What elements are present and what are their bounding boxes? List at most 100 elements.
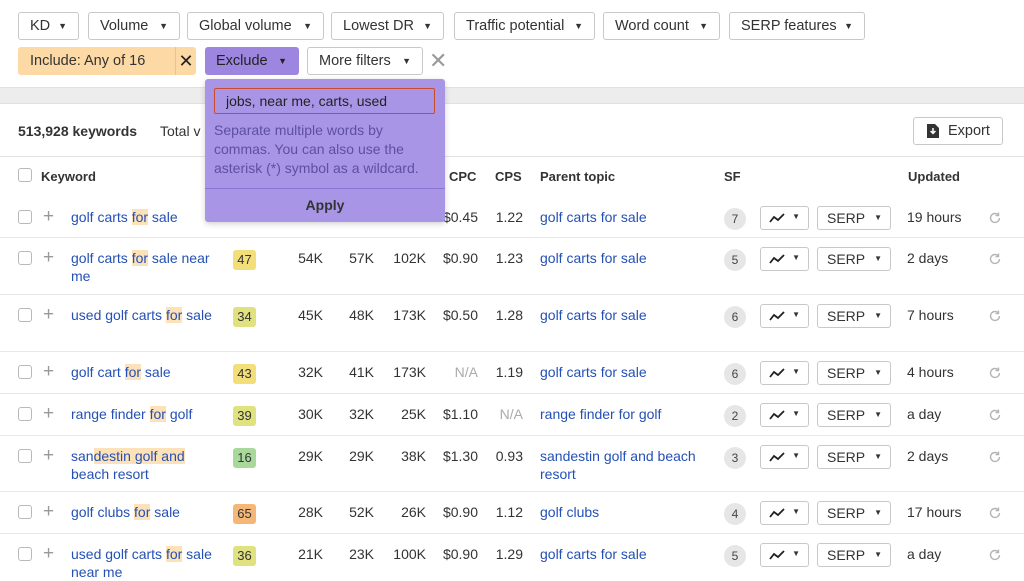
global-volume-filter-label: Global volume — [199, 18, 292, 34]
keyword-link[interactable]: golf clubs for sale — [71, 503, 221, 521]
serp-label: SERP — [827, 505, 866, 521]
trend-dropdown[interactable]: ▼ — [760, 403, 809, 427]
add-to-list-icon[interactable]: + — [43, 544, 54, 563]
refresh-icon[interactable] — [988, 366, 1002, 380]
exclude-filter-button[interactable]: Exclude ▼ — [205, 47, 299, 75]
include-filter-chip[interactable]: Include: Any of 16 ✕ — [18, 47, 196, 75]
sf-count-badge[interactable]: 3 — [724, 447, 746, 469]
add-to-list-icon[interactable]: + — [43, 305, 54, 324]
serp-dropdown[interactable]: SERP ▼ — [817, 206, 891, 230]
trend-dropdown[interactable]: ▼ — [760, 247, 809, 271]
traffic-potential-cell: 102K — [393, 250, 426, 266]
trend-dropdown[interactable]: ▼ — [760, 206, 809, 230]
remove-include-icon[interactable]: ✕ — [176, 47, 196, 75]
sf-count-badge[interactable]: 2 — [724, 405, 746, 427]
serp-dropdown[interactable]: SERP ▼ — [817, 361, 891, 385]
lowest-dr-filter-button[interactable]: Lowest DR ▼ — [331, 12, 444, 40]
cps-column-header[interactable]: CPS — [495, 169, 522, 184]
keyword-link[interactable]: sandestin golf and beach resort — [71, 447, 221, 483]
add-to-list-icon[interactable]: + — [43, 502, 54, 521]
trend-dropdown[interactable]: ▼ — [760, 361, 809, 385]
parent-topic-link[interactable]: golf carts for sale — [540, 249, 718, 267]
add-to-list-icon[interactable]: + — [43, 404, 54, 423]
apply-button[interactable]: Apply — [205, 189, 445, 222]
sf-count-badge[interactable]: 6 — [724, 306, 746, 328]
results-panel: 513,928 keywords Total v Export Keyword … — [0, 103, 1024, 581]
refresh-icon[interactable] — [988, 548, 1002, 562]
parent-topic-link[interactable]: golf carts for sale — [540, 208, 718, 226]
select-all-checkbox[interactable] — [18, 168, 32, 182]
parent-topic-link[interactable]: golf carts for sale — [540, 306, 718, 324]
parent-topic-link[interactable]: golf carts for sale — [540, 363, 718, 381]
sf-count-badge[interactable]: 4 — [724, 503, 746, 525]
updated-column-header[interactable]: Updated — [908, 169, 960, 184]
refresh-icon[interactable] — [988, 211, 1002, 225]
trend-dropdown[interactable]: ▼ — [760, 543, 809, 567]
serp-dropdown[interactable]: SERP ▼ — [817, 304, 891, 328]
row-checkbox[interactable] — [18, 251, 32, 265]
trend-dropdown[interactable]: ▼ — [760, 501, 809, 525]
parent-topic-link[interactable]: sandestin golf and beach resort — [540, 447, 718, 483]
exclude-keywords-input[interactable] — [214, 88, 435, 114]
serp-label: SERP — [827, 251, 866, 267]
serp-dropdown[interactable]: SERP ▼ — [817, 445, 891, 469]
trend-dropdown[interactable]: ▼ — [760, 304, 809, 328]
sf-count-badge[interactable]: 5 — [724, 249, 746, 271]
trend-dropdown[interactable]: ▼ — [760, 445, 809, 469]
add-to-list-icon[interactable]: + — [43, 446, 54, 465]
sf-column-header[interactable]: SF — [724, 169, 741, 184]
sf-count-badge[interactable]: 7 — [724, 208, 746, 230]
keyword-segment: for — [165, 307, 183, 323]
sf-count-badge[interactable]: 5 — [724, 545, 746, 567]
row-checkbox[interactable] — [18, 365, 32, 379]
volume-filter-button[interactable]: Volume ▼ — [88, 12, 180, 40]
keyword-link[interactable]: used golf carts for sale near me — [71, 545, 221, 581]
serp-dropdown[interactable]: SERP ▼ — [817, 247, 891, 271]
global-volume-filter-button[interactable]: Global volume ▼ — [187, 12, 324, 40]
row-checkbox[interactable] — [18, 210, 32, 224]
keyword-column-header[interactable]: Keyword — [41, 169, 96, 184]
serp-dropdown[interactable]: SERP ▼ — [817, 543, 891, 567]
refresh-icon[interactable] — [988, 506, 1002, 520]
row-checkbox[interactable] — [18, 505, 32, 519]
traffic-potential-cell: 38K — [401, 448, 426, 464]
refresh-icon[interactable] — [988, 408, 1002, 422]
add-to-list-icon[interactable]: + — [43, 248, 54, 267]
row-checkbox[interactable] — [18, 407, 32, 421]
keyword-segment: and — [161, 448, 185, 464]
refresh-icon[interactable] — [988, 309, 1002, 323]
keyword-link[interactable]: range finder for golf — [71, 405, 221, 423]
cps-cell: 1.22 — [495, 209, 523, 225]
sf-count-badge[interactable]: 6 — [724, 363, 746, 385]
row-checkbox[interactable] — [18, 449, 32, 463]
parent-topic-column-header[interactable]: Parent topic — [540, 169, 615, 184]
exclude-filter-label: Exclude — [216, 53, 268, 69]
refresh-icon[interactable] — [988, 450, 1002, 464]
refresh-icon[interactable] — [988, 252, 1002, 266]
parent-topic-link[interactable]: golf carts for sale — [540, 545, 718, 563]
serp-features-filter-button[interactable]: SERP features ▼ — [729, 12, 865, 40]
kd-filter-button[interactable]: KD ▼ — [18, 12, 79, 40]
keyword-segment: for — [131, 250, 149, 266]
serp-dropdown[interactable]: SERP ▼ — [817, 501, 891, 525]
keyword-link[interactable]: golf cart for sale — [71, 363, 221, 381]
parent-topic-link[interactable]: golf clubs — [540, 503, 718, 521]
word-count-filter-button[interactable]: Word count ▼ — [603, 12, 720, 40]
parent-topic-link[interactable]: range finder for golf — [540, 405, 718, 423]
export-button[interactable]: Export — [913, 117, 1003, 145]
keyword-link[interactable]: golf carts for sale near me — [71, 249, 221, 285]
serp-label: SERP — [827, 547, 866, 563]
add-to-list-icon[interactable]: + — [43, 362, 54, 381]
add-to-list-icon[interactable]: + — [43, 207, 54, 226]
traffic-potential-filter-button[interactable]: Traffic potential ▼ — [454, 12, 595, 40]
clear-filters-icon[interactable]: ✕ — [429, 47, 447, 75]
keyword-link[interactable]: golf carts for sale — [71, 208, 221, 226]
row-checkbox[interactable] — [18, 547, 32, 561]
keyword-link[interactable]: used golf carts for sale — [71, 306, 221, 324]
row-checkbox[interactable] — [18, 308, 32, 322]
table-header-divider — [0, 156, 1024, 157]
keyword-segment: used golf carts — [71, 307, 166, 323]
serp-dropdown[interactable]: SERP ▼ — [817, 403, 891, 427]
more-filters-button[interactable]: More filters ▼ — [307, 47, 423, 75]
cpc-column-header[interactable]: CPC — [449, 169, 476, 184]
